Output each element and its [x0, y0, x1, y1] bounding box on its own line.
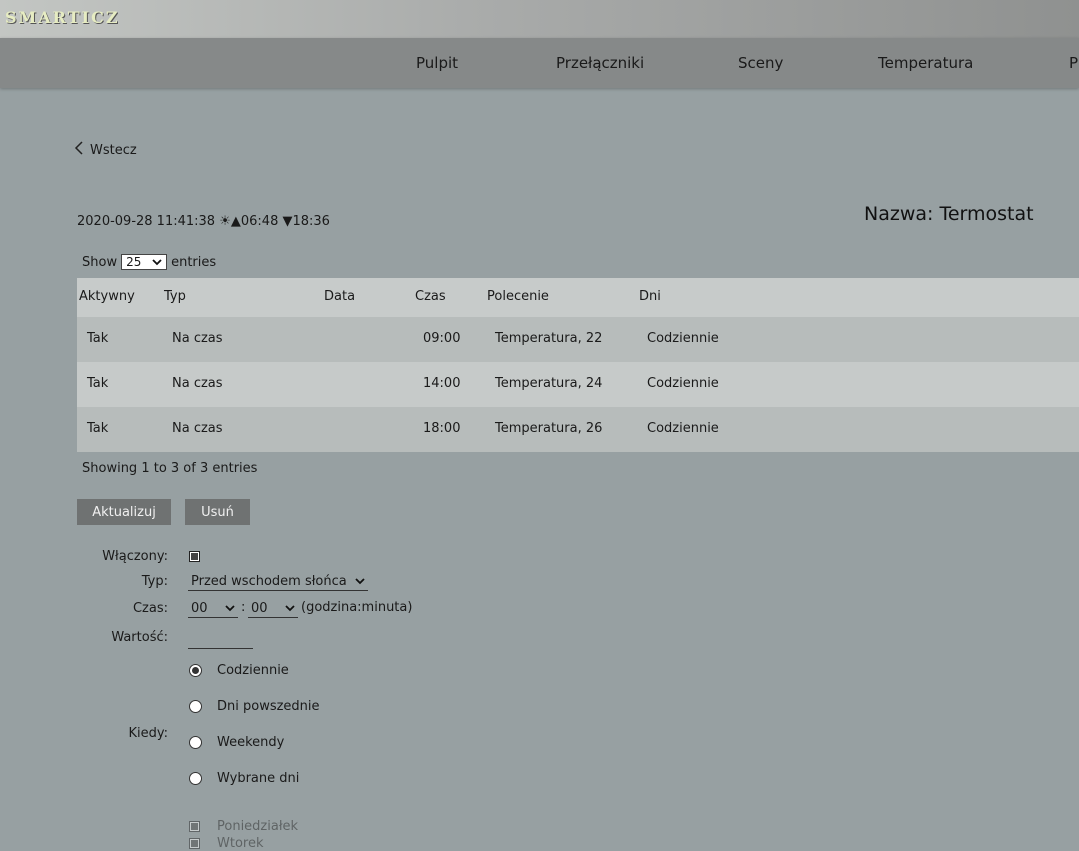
hour-select[interactable]: 00	[188, 600, 238, 618]
table-row[interactable]: Tak Na czas 18:00 Temperatura, 26 Codzie…	[77, 407, 1079, 452]
cell-dni: Codziennie	[647, 421, 719, 436]
cell-typ: Na czas	[172, 376, 223, 391]
value-input[interactable]	[188, 632, 253, 649]
back-label: Wstecz	[90, 142, 137, 158]
nav-item-temperatura[interactable]: Temperatura	[878, 54, 973, 72]
table-header: Aktywny Typ Data Czas Polecenie Dni	[77, 278, 1079, 317]
nav-item-truncated[interactable]: P	[1069, 54, 1078, 72]
cell-czas: 14:00	[423, 376, 461, 391]
sunrise-time: 06:48	[240, 214, 279, 229]
radio-label-wybrane-dni: Wybrane dni	[217, 771, 300, 786]
cell-czas: 09:00	[423, 331, 461, 346]
nav-item-przelaczniki[interactable]: Przełączniki	[556, 54, 644, 72]
top-bar: SMARTICZ	[0, 0, 1079, 38]
entries-label: entries	[171, 254, 217, 270]
day-label-wtorek: Wtorek	[217, 836, 264, 851]
cell-czas: 18:00	[423, 421, 461, 436]
sunset-arrow-icon: ▼	[282, 214, 293, 229]
status-datetime: 2020-09-28 11:41:38	[77, 214, 216, 229]
sun-icon: ☀	[219, 214, 231, 229]
col-polecenie[interactable]: Polecenie	[487, 289, 549, 304]
cell-polecenie: Temperatura, 26	[495, 421, 603, 436]
day-checkbox-poniedzialek[interactable]	[189, 821, 200, 832]
enabled-label: Włączony:	[102, 549, 168, 564]
col-aktywny[interactable]: Aktywny	[79, 289, 135, 304]
col-data[interactable]: Data	[324, 289, 355, 304]
entries-select-value: 25	[126, 255, 142, 269]
enabled-checkbox[interactable]	[189, 551, 200, 562]
app-logo: SMARTICZ	[5, 8, 120, 27]
radio-label-weekendy: Weekendy	[217, 735, 285, 750]
show-label: Show	[82, 254, 118, 270]
minute-select[interactable]: 00	[248, 600, 298, 618]
status-line: 2020-09-28 11:41:38 ☀▲06:48 ▼18:36	[77, 214, 330, 229]
cell-aktywny: Tak	[87, 331, 109, 346]
radio-weekendy[interactable]	[189, 736, 202, 749]
chevron-left-icon	[74, 140, 84, 160]
cell-polecenie: Temperatura, 24	[495, 376, 603, 391]
type-select[interactable]: Przed wschodem słońca	[188, 573, 368, 591]
cell-dni: Codziennie	[647, 331, 719, 346]
sunrise-arrow-icon: ▲	[230, 214, 241, 229]
cell-polecenie: Temperatura, 22	[495, 331, 603, 346]
time-separator: :	[241, 600, 246, 615]
col-czas[interactable]: Czas	[415, 289, 446, 304]
cell-typ: Na czas	[172, 421, 223, 436]
nav-item-pulpit[interactable]: Pulpit	[416, 54, 458, 72]
table-info: Showing 1 to 3 of 3 entries	[82, 461, 258, 476]
radio-label-dni-powszednie: Dni powszednie	[217, 699, 320, 714]
show-entries: Show 25 entries	[82, 254, 216, 270]
update-button[interactable]: Aktualizuj	[77, 499, 171, 525]
radio-dni-powszednie[interactable]	[189, 700, 202, 713]
day-checkbox-wtorek[interactable]	[189, 838, 200, 849]
type-label: Typ:	[141, 574, 168, 589]
minute-select-value: 00	[251, 601, 268, 616]
device-title: Nazwa: Termostat	[864, 203, 1034, 225]
day-label-poniedzialek: Poniedziałek	[217, 819, 299, 834]
radio-codziennie[interactable]	[189, 664, 202, 677]
cell-typ: Na czas	[172, 331, 223, 346]
main-nav: Pulpit Przełączniki Sceny Temperatura P	[0, 38, 1079, 88]
value-label: Wartość:	[111, 630, 168, 645]
hour-select-value: 00	[191, 601, 208, 616]
table-row[interactable]: Tak Na czas 14:00 Temperatura, 24 Codzie…	[77, 362, 1079, 407]
sunset-time: 18:36	[292, 214, 330, 229]
cell-aktywny: Tak	[87, 421, 109, 436]
type-select-value: Przed wschodem słońca	[191, 574, 347, 589]
chevron-down-icon	[225, 601, 235, 616]
radio-wybrane-dni[interactable]	[189, 772, 202, 785]
chevron-down-icon	[285, 601, 295, 616]
time-hint: (godzina:minuta)	[301, 600, 413, 615]
cell-aktywny: Tak	[87, 376, 109, 391]
radio-label-codziennie: Codziennie	[217, 663, 289, 678]
chevron-down-icon	[152, 255, 162, 269]
time-label: Czas:	[132, 601, 168, 616]
when-label: Kiedy:	[128, 726, 168, 741]
chevron-down-icon	[355, 574, 365, 589]
nav-item-sceny[interactable]: Sceny	[738, 54, 783, 72]
back-link[interactable]: Wstecz	[74, 140, 137, 160]
delete-button[interactable]: Usuń	[185, 499, 250, 525]
col-dni[interactable]: Dni	[639, 289, 661, 304]
table-row[interactable]: Tak Na czas 09:00 Temperatura, 22 Codzie…	[77, 317, 1079, 362]
entries-select[interactable]: 25	[121, 254, 168, 270]
col-typ[interactable]: Typ	[164, 289, 186, 304]
cell-dni: Codziennie	[647, 376, 719, 391]
schedule-table: Aktywny Typ Data Czas Polecenie Dni Tak …	[77, 278, 1079, 452]
